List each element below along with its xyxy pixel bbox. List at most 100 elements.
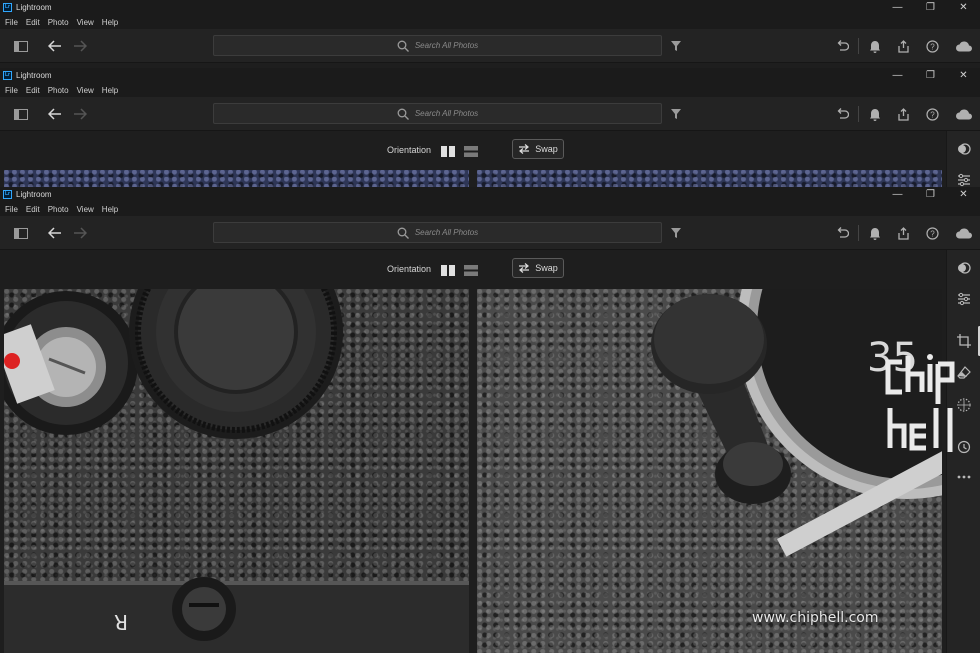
menu-photo[interactable]: Photo [48,205,69,214]
filter-icon[interactable] [668,38,684,54]
menu-bar: File Edit Photo View Help [0,15,980,29]
minimize-button[interactable]: — [881,68,914,83]
lightroom-logo-icon: Lr [3,190,12,199]
menu-help[interactable]: Help [102,18,118,27]
back-arrow-icon[interactable] [47,106,63,122]
menu-file[interactable]: File [5,18,18,27]
restore-button[interactable]: ❐ [914,0,947,15]
help-icon[interactable]: ? [924,106,940,122]
lightroom-window-2: Lr Lightroom — ❐ ✕ File Edit Photo View … [0,68,980,187]
top-bottom-icon[interactable] [464,263,478,276]
crop-icon[interactable] [956,333,972,349]
watermark-site-url: www.chiphell.com [752,610,879,626]
svg-text:?: ? [930,229,935,238]
help-icon[interactable]: ? [924,225,940,241]
menu-photo[interactable]: Photo [48,18,69,27]
swap-icon [519,263,530,273]
app-title: Lightroom [16,190,52,199]
filter-icon[interactable] [668,106,684,122]
menu-edit[interactable]: Edit [26,205,40,214]
share-icon[interactable] [895,225,911,241]
search-input[interactable]: Search All Photos [213,35,662,56]
restore-button[interactable]: ❐ [914,187,947,202]
share-icon[interactable] [895,38,911,54]
undo-icon[interactable] [834,106,850,122]
svg-text:?: ? [930,42,935,51]
toolbar-divider [858,106,859,122]
swap-button[interactable]: Swap [512,258,564,278]
panel-toggle-icon[interactable] [13,106,29,122]
orientation-label: Orientation [387,145,432,155]
close-button[interactable]: ✕ [947,68,980,83]
search-placeholder: Search All Photos [414,228,479,237]
back-arrow-icon[interactable] [47,38,63,54]
toolbar: Search All Photos ? [0,216,980,250]
cloud-icon[interactable] [955,106,973,122]
after-photo-detail: 35 [651,289,942,557]
panel-toggle-icon[interactable] [13,225,29,241]
app-title: Lightroom [16,3,52,12]
close-button[interactable]: ✕ [947,0,980,15]
side-by-side-icon[interactable] [441,263,455,276]
menu-edit[interactable]: Edit [26,86,40,95]
menu-file[interactable]: File [5,86,18,95]
lightroom-window-3: Lr Lightroom — ❐ ✕ File Edit Photo View … [0,187,980,653]
menu-view[interactable]: View [77,86,94,95]
title-bar: Lr Lightroom — ❐ ✕ [0,68,980,83]
edit-sliders-icon[interactable] [956,172,972,187]
compare-options-bar: Orientation Swap [0,250,946,289]
search-input[interactable]: Search All Photos [213,222,662,243]
more-icon[interactable] [956,469,972,485]
forward-arrow-icon[interactable] [72,38,88,54]
swap-icon [519,144,530,154]
app-title: Lightroom [16,71,52,80]
swap-button[interactable]: Swap [512,139,564,159]
search-input[interactable]: Search All Photos [213,103,662,124]
bell-icon[interactable] [867,106,883,122]
orientation-label: Orientation [387,264,432,274]
side-by-side-icon[interactable] [441,144,455,157]
bell-icon[interactable] [867,225,883,241]
back-arrow-icon[interactable] [47,225,63,241]
cloud-icon[interactable] [955,225,973,241]
search-placeholder: Search All Photos [414,109,479,118]
before-photo[interactable]: R [4,289,469,653]
menu-photo[interactable]: Photo [48,86,69,95]
top-bottom-icon[interactable] [464,144,478,157]
forward-arrow-icon[interactable] [72,106,88,122]
menu-view[interactable]: View [77,18,94,27]
before-photo[interactable] [4,170,469,187]
menu-view[interactable]: View [77,205,94,214]
after-photo[interactable] [477,170,942,187]
search-icon [397,227,409,239]
presets-icon[interactable] [956,260,972,276]
menu-edit[interactable]: Edit [26,18,40,27]
menu-help[interactable]: Help [102,205,118,214]
bell-icon[interactable] [867,38,883,54]
title-bar: Lr Lightroom — ❐ ✕ [0,187,980,202]
presets-icon[interactable] [956,141,972,157]
close-button[interactable]: ✕ [947,187,980,202]
undo-icon[interactable] [834,225,850,241]
cloud-icon[interactable] [955,38,973,54]
forward-arrow-icon[interactable] [72,225,88,241]
help-icon[interactable]: ? [924,38,940,54]
lightroom-logo-icon: Lr [3,71,12,80]
swap-label: Swap [535,263,558,273]
title-bar: Lr Lightroom — ❐ ✕ [0,0,980,15]
compare-options-bar: Orientation Swap [0,131,946,170]
minimize-button[interactable]: — [881,0,914,15]
panel-toggle-icon[interactable] [13,38,29,54]
search-icon [397,108,409,120]
filter-icon[interactable] [668,225,684,241]
menu-help[interactable]: Help [102,86,118,95]
after-photo[interactable]: 35 [477,289,942,653]
undo-icon[interactable] [834,38,850,54]
edit-sliders-icon[interactable] [956,291,972,307]
r-letter-label: R [114,610,128,634]
minimize-button[interactable]: — [881,187,914,202]
share-icon[interactable] [895,106,911,122]
menu-file[interactable]: File [5,205,18,214]
restore-button[interactable]: ❐ [914,68,947,83]
toolbar-divider [858,38,859,54]
